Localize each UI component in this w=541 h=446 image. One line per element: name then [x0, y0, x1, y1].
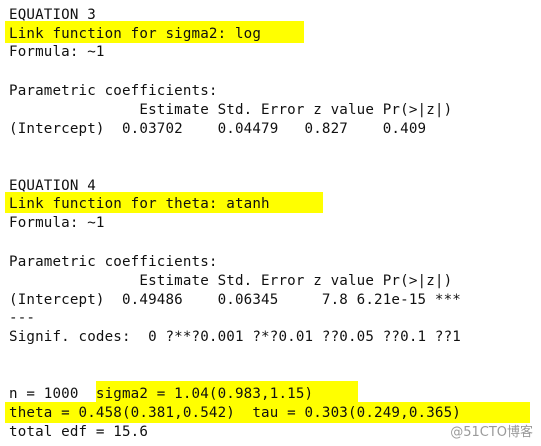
- equation3-coef-row: (Intercept) 0.03702 0.04479 0.827 0.409: [9, 121, 427, 137]
- summary-n-sigma2: n = 1000 sigma2 = 1.04(0.983,1.15): [9, 386, 314, 402]
- equation3-link-function: Link function for sigma2: log: [9, 26, 262, 42]
- equation4-coef-row: (Intercept) 0.49486 0.06345 7.8 6.21e-15…: [9, 292, 461, 308]
- equation4-formula: Formula: ~1: [9, 215, 105, 231]
- equation3-header: EQUATION 3: [9, 7, 96, 23]
- equation4-link-function: Link function for theta: atanh: [9, 196, 270, 212]
- console-output: EQUATION 3 Link function for sigma2: log…: [0, 0, 541, 446]
- equation4-coef-title: Parametric coefficients:: [9, 254, 218, 270]
- watermark: @51CTO博客: [450, 425, 533, 440]
- equation3-coef-header: Estimate Std. Error z value Pr(>|z|): [9, 102, 453, 118]
- equation3-coef-title: Parametric coefficients:: [9, 83, 218, 99]
- separator-line: ---: [9, 310, 36, 326]
- summary-theta-tau: theta = 0.458(0.381,0.542) tau = 0.303(0…: [9, 405, 461, 421]
- equation3-formula: Formula: ~1: [9, 44, 105, 60]
- equation4-header: EQUATION 4: [9, 178, 96, 194]
- signif-codes: Signif. codes: 0 ?**?0.001 ?*?0.01 ??0.0…: [9, 329, 461, 345]
- equation4-coef-header: Estimate Std. Error z value Pr(>|z|): [9, 273, 453, 289]
- summary-total-edf: total edf = 15.6: [9, 424, 149, 440]
